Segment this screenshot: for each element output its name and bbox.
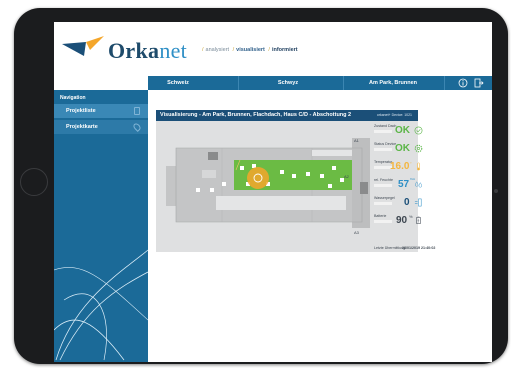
panel-title: Visualisierung - Am Park, Brunnen, Flach… (160, 112, 352, 118)
status-row-zustand-dach: Zustand Dach OK (374, 124, 423, 142)
status-label: rel. Feuchte (374, 178, 393, 182)
zone-label-a1: A1 (354, 138, 360, 143)
breadcrumb: / analysiert / visualisiert / informiert (202, 47, 298, 53)
decorative-lines (54, 249, 148, 361)
roof-floorplan[interactable]: A1 A2 A3 (162, 130, 372, 242)
tab-schweiz[interactable]: Schweiz (148, 76, 208, 90)
status-unit: ° (410, 161, 412, 166)
camera-dot (494, 189, 498, 193)
status-label: Batterie (374, 214, 387, 218)
status-row-wasserpegel: Wasserpegel 0 (374, 196, 422, 214)
tablet-frame: Orkanet / analysiert / visualisiert / infor… (14, 8, 508, 364)
home-button[interactable] (20, 168, 48, 196)
battery-icon (416, 216, 421, 224)
gear-icon (414, 144, 423, 153)
sensor-marker (247, 167, 269, 189)
document-icon (134, 107, 140, 115)
last-update-label: Letzte Übermittlung (374, 246, 406, 250)
humidity-icon (415, 181, 422, 188)
zone-label-a2: A2 (344, 174, 350, 179)
status-value: 90 (396, 215, 408, 226)
status-value: 0 (404, 197, 410, 208)
check-circle-icon (414, 126, 423, 135)
status-value: 57 (398, 179, 410, 190)
sidebar-item-projektliste[interactable]: Projektliste (54, 104, 148, 118)
logo-text[interactable]: Orkanet (108, 38, 187, 64)
status-unit: % (409, 214, 413, 219)
visualization-panel: Visualisierung - Am Park, Brunnen, Flach… (156, 110, 435, 252)
status-label: Wasserpegel (374, 196, 395, 200)
status-row-temperatur: Temperatur 16.0 ° (374, 160, 420, 178)
map-icon (132, 122, 142, 132)
status-label: Status Device (374, 142, 397, 146)
breadcrumb-item: visualisiert (236, 47, 265, 53)
status-value: 16.0 (390, 161, 410, 172)
panel-header: Visualisierung - Am Park, Brunnen, Flach… (156, 110, 418, 121)
sidebar-item-label: Projektliste (66, 108, 96, 114)
zone-label-a3: A3 (354, 230, 360, 235)
main-content: Visualisierung - Am Park, Brunnen, Flach… (148, 90, 492, 362)
last-update-value: 28/01/2019 21:40:02 (402, 246, 436, 250)
status-panel: Zustand Dach OK Status Device OK Tempera… (374, 124, 435, 252)
status-row-feuchte: rel. Feuchte 57 %rH (374, 178, 422, 196)
breadcrumb-item: informiert (271, 47, 298, 53)
status-row-batterie: Batterie 90 % (374, 214, 421, 232)
top-navigation: Schweiz Schwyz Am Park, Brunnen (148, 76, 492, 90)
sidebar-item-projektkarte[interactable]: Projektkarte (54, 120, 148, 134)
tab-am-park-brunnen[interactable]: Am Park, Brunnen (353, 76, 433, 90)
water-level-icon (414, 198, 422, 207)
tab-schwyz[interactable]: Schwyz (258, 76, 318, 90)
logout-icon[interactable] (474, 78, 484, 88)
status-value: OK (395, 143, 410, 154)
app-screen: Orkanet / analysiert / visualisiert / infor… (54, 22, 492, 362)
breadcrumb-item: analysiert (205, 47, 230, 53)
header: Orkanet / analysiert / visualisiert / infor… (54, 22, 492, 76)
status-label: Zustand Dach (374, 124, 397, 128)
sidebar-heading: Navigation (60, 95, 86, 101)
sidebar-item-label: Projektkarte (66, 124, 98, 130)
status-row-status-device: Status Device OK (374, 142, 423, 160)
status-value: OK (395, 125, 410, 136)
device-label: orkanet+ Device: 1021 (376, 113, 412, 117)
info-icon[interactable] (458, 78, 468, 88)
thermometer-icon (417, 162, 420, 171)
logo-bird-icon (62, 36, 104, 56)
sidebar: Navigation Projektliste Projektkarte (54, 90, 148, 362)
